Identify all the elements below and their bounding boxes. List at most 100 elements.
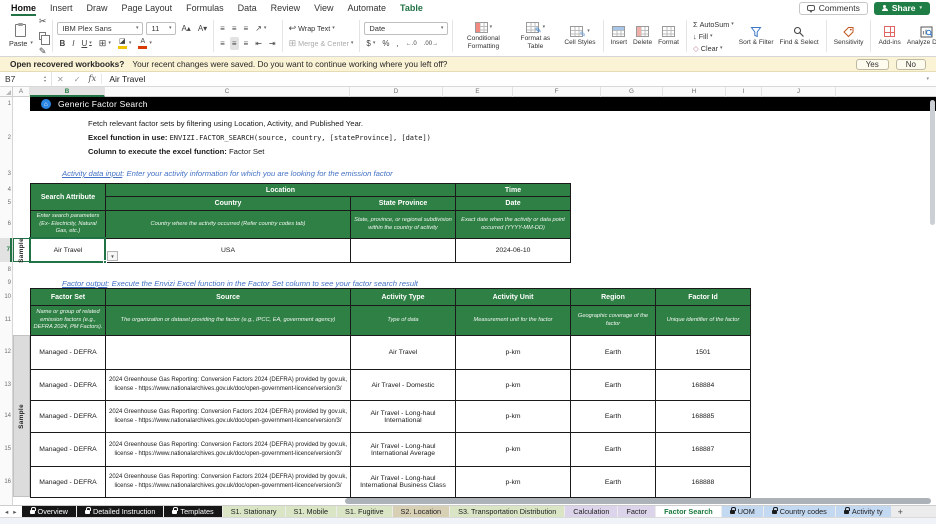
increase-font-button[interactable]: A▴ [179, 22, 192, 35]
menu-tab-table[interactable]: Table [393, 0, 430, 16]
find-select-button[interactable]: Find & Select [777, 25, 822, 47]
row-header-3[interactable]: 3 [0, 165, 11, 183]
desc-date[interactable]: Exact date when the activity or data poi… [455, 210, 572, 239]
factor-cell-factor-set[interactable]: Managed - DEFRA [30, 432, 106, 467]
number-format-dropdown[interactable]: Date ▾ [364, 22, 449, 35]
row-header-13[interactable]: 13 [0, 369, 11, 400]
confirm-icon[interactable]: ✓ [69, 75, 86, 84]
factor-cell-activity-type[interactable]: Air Travel - Domestic [350, 369, 456, 401]
align-center-button[interactable]: ≡ [229, 37, 239, 50]
horizontal-scrollbar[interactable] [345, 498, 931, 504]
header-source[interactable]: Source [105, 288, 351, 306]
menu-tab-automate[interactable]: Automate [341, 0, 394, 16]
insert-function-icon[interactable]: fx [85, 74, 101, 84]
menu-tab-page-layout[interactable]: Page Layout [115, 0, 180, 16]
sheet-tab-uom[interactable]: UOM [721, 506, 763, 517]
paste-button[interactable]: Paste ▾ [5, 23, 37, 48]
sheet-tab-s3-transportation-distribution[interactable]: S3. Transportation Distribution [450, 506, 565, 517]
vertical-scrollbar[interactable] [930, 100, 935, 225]
factor-cell-activity-unit[interactable]: p-km [455, 400, 571, 433]
header-state-province[interactable]: State Province [349, 196, 457, 211]
menu-tab-home[interactable]: Home [4, 0, 43, 16]
desc-search-attribute[interactable]: Enter search parameters (Ex- Electricity… [30, 210, 106, 239]
data-validation-dropdown[interactable]: ▼ [107, 251, 118, 261]
sheet-tab-detailed-instruction[interactable]: Detailed Instruction [76, 506, 164, 517]
header-location[interactable]: Location [104, 183, 457, 197]
accounting-format-button[interactable]: $ ▾ [364, 37, 377, 50]
factor-cell-region[interactable]: Earth [570, 369, 656, 401]
sensitivity-button[interactable]: Sensitivity [831, 25, 867, 47]
share-button[interactable]: Share ▾ [873, 1, 930, 15]
column-header-h[interactable]: H [663, 87, 726, 97]
sheet-tab-calculation[interactable]: Calculation [565, 506, 618, 517]
row-header-6[interactable]: 6 [0, 210, 11, 238]
align-top-button[interactable]: ≡ [218, 22, 227, 35]
expand-formula-bar-icon[interactable]: ▾ [919, 76, 936, 82]
factor-cell-source[interactable]: 2024 Greenhouse Gas Reporting: Conversio… [105, 466, 351, 498]
align-middle-button[interactable]: ≡ [230, 22, 239, 35]
column-header-a[interactable]: A [13, 87, 30, 97]
header-country[interactable]: Country [105, 196, 351, 211]
fill-color-button[interactable]: ◪ ▾ [116, 37, 134, 50]
increase-indent-button[interactable]: ⇥ [267, 37, 278, 50]
comments-button[interactable]: Comments [798, 1, 868, 15]
comma-format-button[interactable]: , [394, 37, 400, 50]
factor-cell-factor-set[interactable]: Managed - DEFRA [30, 369, 106, 401]
sheet-tab-factor[interactable]: Factor [618, 506, 656, 517]
factor-cell-activity-unit[interactable]: p-km [455, 432, 571, 467]
factor-cell-activity-type[interactable]: Air Travel - Long-haul International Bus… [350, 466, 456, 498]
input-cell-date[interactable]: 2024-06-10 [455, 238, 572, 263]
analyze-data-button[interactable]: Analyze Data [904, 25, 936, 47]
header-factor-set[interactable]: Factor Set [30, 288, 106, 306]
factor-cell-factor-id[interactable]: 1501 [655, 335, 751, 370]
desc-source[interactable]: The organization or dataset providing th… [105, 305, 351, 336]
font-size-dropdown[interactable]: 11 ▾ [146, 22, 177, 35]
row-header-16[interactable]: 16 [0, 466, 11, 497]
factor-output-link[interactable]: Factor output [62, 279, 107, 288]
percent-format-button[interactable]: % [380, 37, 391, 50]
column-header-g[interactable]: G [601, 87, 663, 97]
menu-tab-review[interactable]: Review [264, 0, 308, 16]
sheet-tab-country-codes[interactable]: Country codes [763, 506, 835, 517]
factor-cell-activity-type[interactable]: Air Travel [350, 335, 456, 370]
sort-filter-button[interactable]: Sort & Filter [736, 25, 777, 47]
menu-tab-data[interactable]: Data [231, 0, 264, 16]
copy-button[interactable] [37, 30, 51, 45]
column-header-e[interactable]: E [443, 87, 513, 97]
sheet-tab-overview[interactable]: Overview [21, 506, 76, 517]
italic-button[interactable]: I [70, 37, 76, 50]
sheet-tab-s2-location[interactable]: S2. Location [392, 506, 450, 517]
factor-cell-region[interactable]: Earth [570, 335, 656, 370]
header-activity-unit[interactable]: Activity Unit [455, 288, 571, 306]
column-header-c[interactable]: C [105, 87, 350, 97]
name-box[interactable]: B7 ▴ ▾ [0, 72, 52, 86]
row-header-10[interactable]: 10 [0, 288, 11, 305]
formula-input[interactable]: Air Travel [101, 74, 919, 84]
align-left-button[interactable]: ≡ [218, 37, 227, 50]
factor-cell-factor-id[interactable]: 168888 [655, 466, 751, 498]
row-header-9[interactable]: 9 [0, 278, 11, 288]
fill-button[interactable]: ↓ Fill ▾ [691, 31, 736, 42]
tab-nav-prev-icon[interactable]: ◂ [5, 508, 8, 516]
add-sheet-button[interactable]: + [891, 506, 909, 517]
desc-activity-type[interactable]: Type of data [350, 305, 456, 336]
cell-styles-button[interactable]: ✎ ▾ Cell Styles [561, 25, 598, 47]
factor-cell-activity-unit[interactable]: p-km [455, 335, 571, 370]
row-header-4[interactable]: 4 [0, 183, 11, 196]
row-header-8[interactable]: 8 [0, 262, 11, 278]
row-headers[interactable]: 1 2 3 4 5 6 7 8 9 10 11 12 13 14 15 16 [0, 97, 13, 505]
bold-button[interactable]: B [57, 37, 67, 50]
factor-cell-activity-unit[interactable]: p-km [455, 466, 571, 498]
sheet-tab-s1-stationary[interactable]: S1. Stationary [222, 506, 285, 517]
column-header-j[interactable]: J [762, 87, 836, 97]
row-header-14[interactable]: 14 [0, 400, 11, 432]
desc-region[interactable]: Geographic coverage of the factor [570, 305, 656, 336]
borders-button[interactable]: ⊞ ▾ [97, 37, 113, 50]
increase-decimal-button[interactable]: ←.0 [404, 40, 419, 48]
delete-cells-button[interactable]: Delete [630, 25, 655, 47]
factor-cell-factor-set[interactable]: Managed - DEFRA [30, 466, 106, 498]
factor-cell-activity-type[interactable]: Air Travel - Long-haul International Ave… [350, 432, 456, 467]
factor-cell-activity-type[interactable]: Air Travel - Long-haul International [350, 400, 456, 433]
row-header-1[interactable]: 1 [0, 97, 11, 111]
factor-cell-factor-set[interactable]: Managed - DEFRA [30, 335, 106, 370]
